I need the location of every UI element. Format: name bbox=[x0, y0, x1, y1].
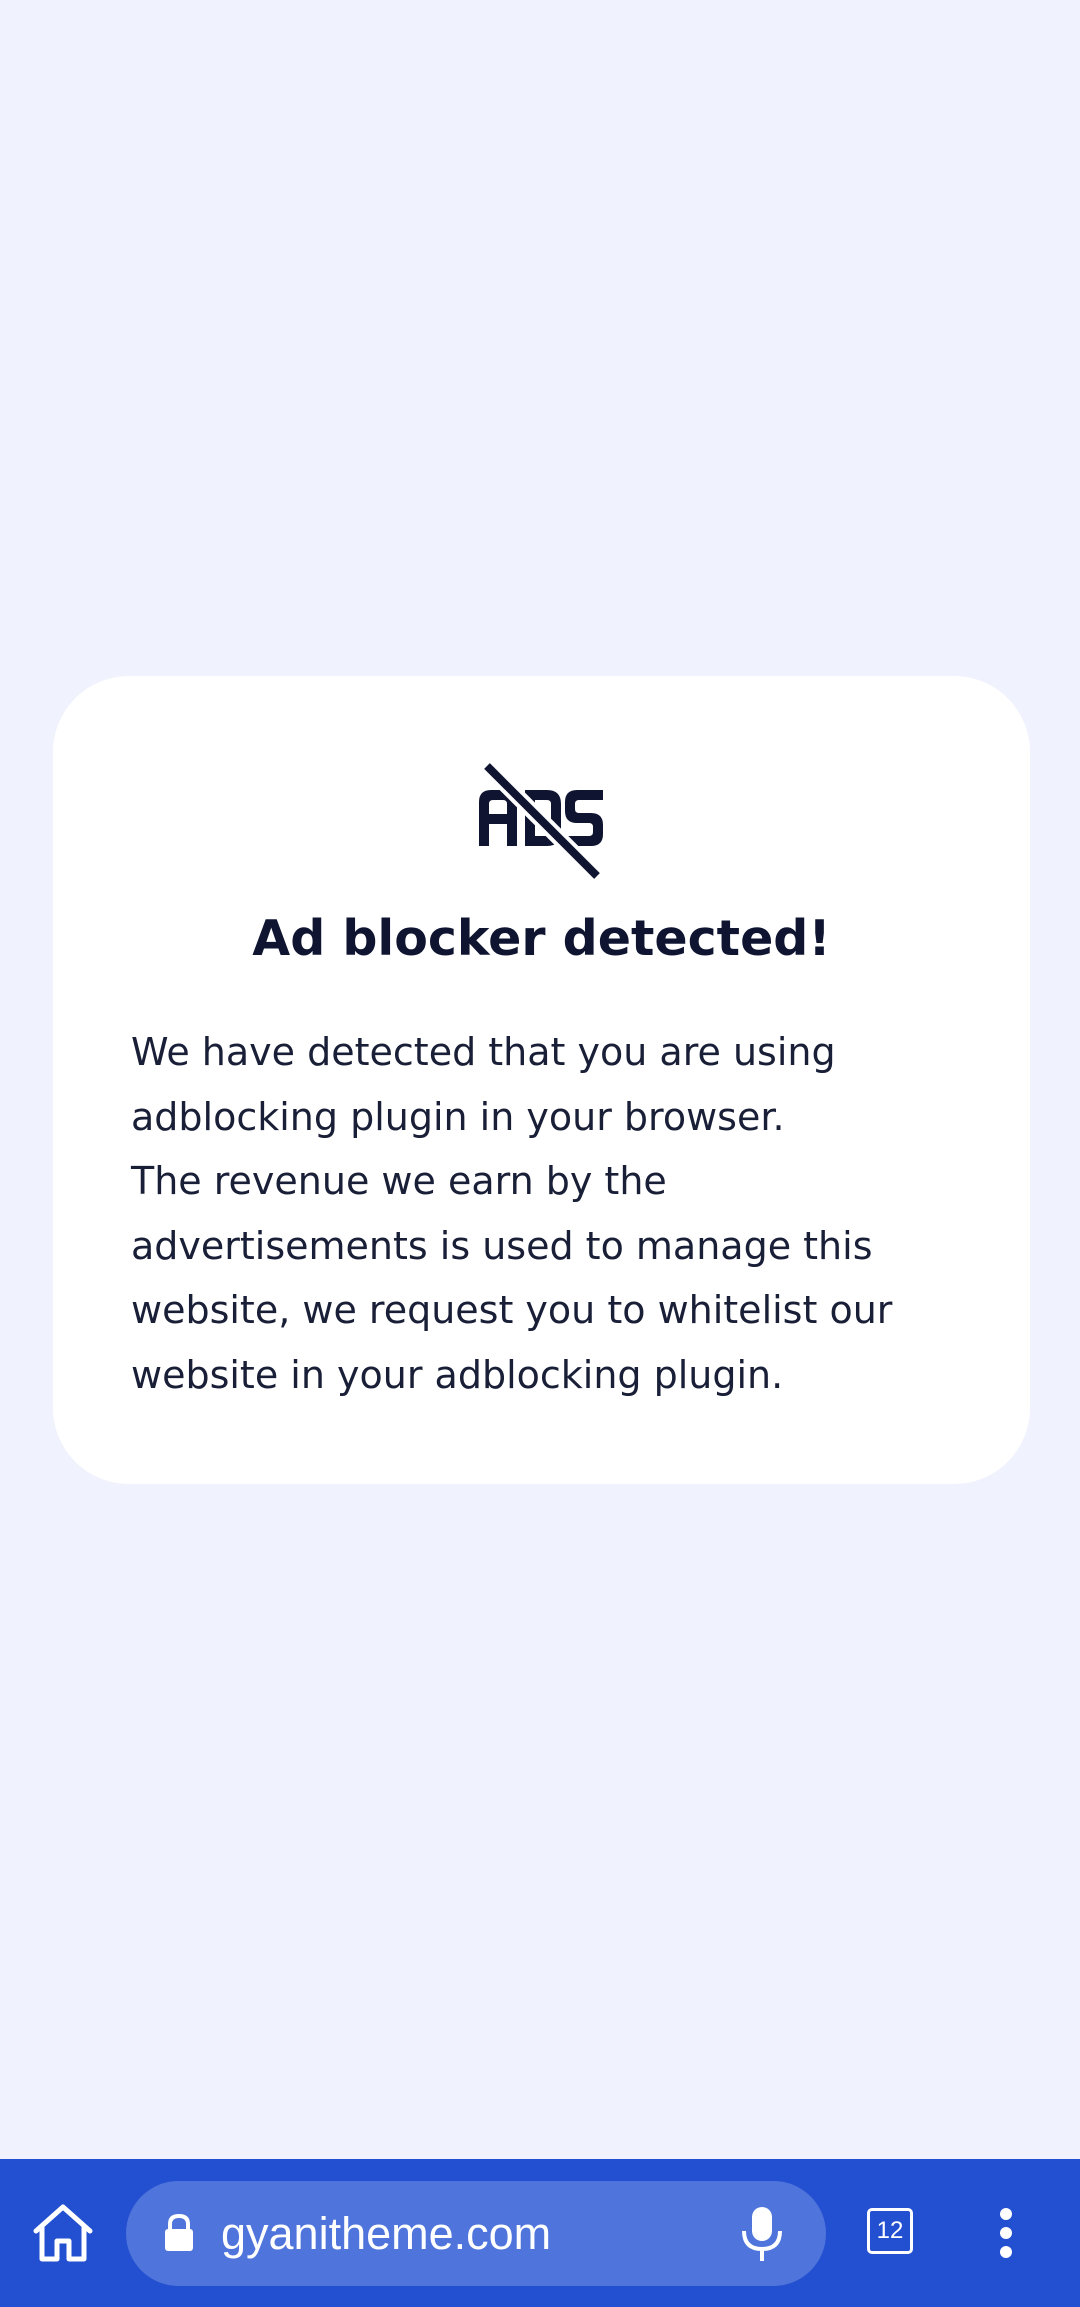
modal-title: Ad blocker detected! bbox=[252, 910, 831, 967]
tabs-icon[interactable]: 12 bbox=[867, 2208, 913, 2254]
more-vert-icon[interactable] bbox=[990, 2207, 1022, 2259]
modal-message: We have detected that you are using adbl… bbox=[131, 1020, 961, 1407]
adblock-modal: Ad blocker detected! We have detected th… bbox=[53, 676, 1030, 1484]
lock-icon bbox=[165, 2213, 193, 2251]
browser-bottom-toolbar: gyanitheme.com 12 bbox=[0, 2159, 1080, 2307]
url-text: gyanitheme.com bbox=[221, 2208, 552, 2259]
home-icon[interactable] bbox=[30, 2203, 96, 2263]
ads-blocked-icon bbox=[479, 760, 603, 880]
microphone-icon[interactable] bbox=[740, 2205, 784, 2263]
address-bar[interactable]: gyanitheme.com bbox=[126, 2181, 826, 2286]
message-line: We have detected that you are using adbl… bbox=[131, 1030, 836, 1139]
message-line: The revenue we earn by the advertisement… bbox=[131, 1159, 893, 1397]
